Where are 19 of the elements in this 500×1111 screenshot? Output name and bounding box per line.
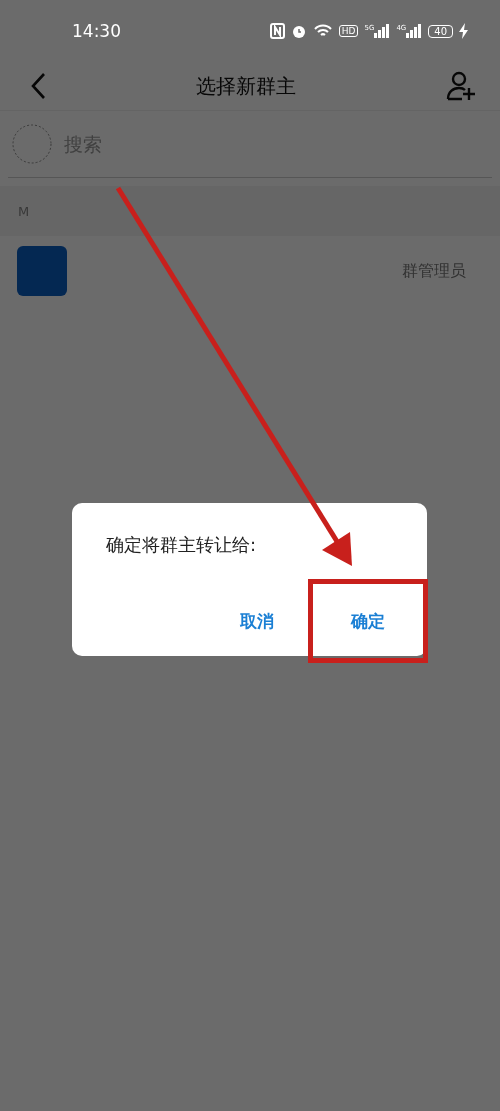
member-row[interactable]: 群管理员 — [0, 236, 500, 306]
battery-level: 40 — [428, 24, 453, 38]
page-title: 选择新群主 — [196, 72, 296, 100]
signal-icon — [406, 24, 423, 38]
member-role: 群管理员 — [402, 260, 466, 282]
avatar — [17, 246, 67, 296]
dialog-message: 确定将群主转让给: — [106, 533, 258, 557]
add-person-icon[interactable] — [446, 71, 476, 101]
wifi-icon — [312, 23, 333, 39]
status-time: 14:30 — [72, 21, 121, 41]
avatar-placeholder-icon — [12, 124, 52, 164]
charging-icon — [459, 23, 468, 39]
back-icon[interactable] — [30, 72, 46, 100]
nfc-icon — [269, 23, 285, 39]
hd-badge: HD — [338, 25, 359, 37]
alarm-icon — [290, 23, 307, 39]
dialog-button[interactable]: 确定 — [308, 579, 428, 663]
signal-icon — [374, 24, 391, 38]
dialog-button[interactable]: 取消 — [205, 579, 309, 663]
